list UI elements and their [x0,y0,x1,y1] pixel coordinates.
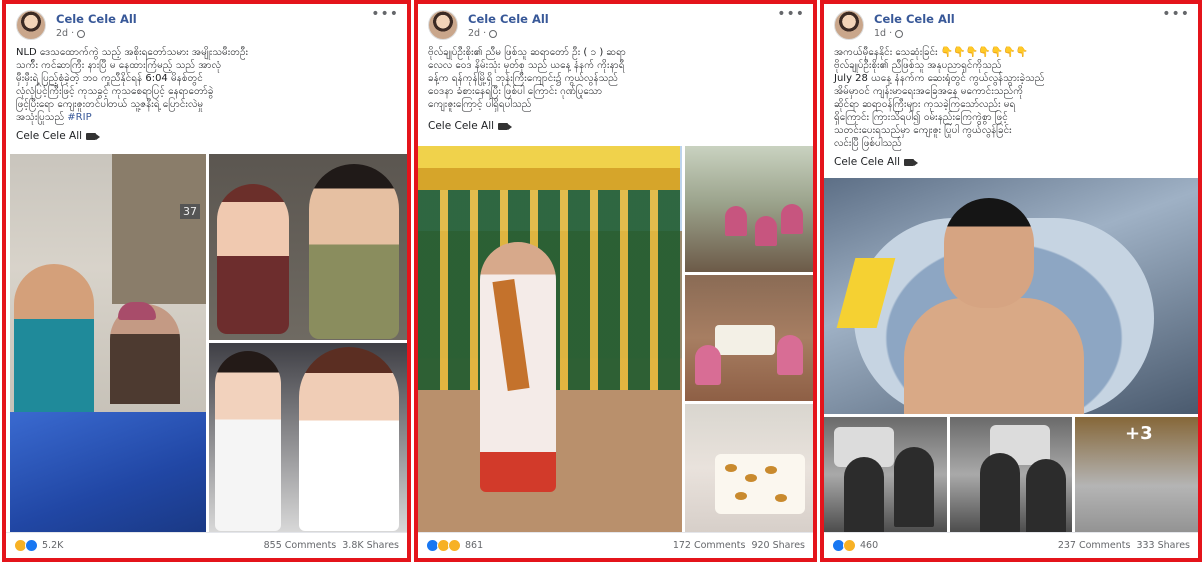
author-avatar[interactable] [16,10,46,40]
post-signature: Cele Cele All [824,154,1198,170]
photo-bw-2[interactable] [950,417,1072,532]
post-card-3: Cele Cele All 1d · ••• အကယ်မှီနေနိုင်း သ… [820,0,1202,562]
post-card-1: Cele Cele All 2d · ••• NLD ဒေသထောက်ကွဲ သ… [2,0,411,562]
photo-bw-1[interactable] [824,417,947,532]
photo-selfie-1[interactable] [209,154,407,340]
globe-icon [77,29,86,38]
photo-more[interactable]: +3 [1075,417,1198,532]
post-time[interactable]: 1d [874,28,886,39]
photo-grid: 37 [6,154,407,532]
photo-feast[interactable] [685,404,813,532]
post-body: NLD ဒေသထောက်ကွဲ သည့် အစိုးရတော်သမား အမျိ… [16,47,249,123]
shares-count[interactable]: 920 Shares [751,540,805,551]
post-text: အကယ်မှီနေနိုင်း သေဆုံးခြင်း 👇👇👇👇👇👇👇 ဗိုလ… [834,47,1045,149]
photo-hospital[interactable]: 37 [10,154,206,532]
like-reaction-icon [25,539,38,552]
reactions-bar: 5.2K 855 Comments 3.8K Shares [6,532,407,558]
post-time[interactable]: 2d [468,28,480,39]
post-header: Cele Cele All 2d · ••• [418,4,813,46]
post-text: ဗိုလ်ချုပ်ဦးစိုး၏ ညီမ ဖြစ်သူ ဆရာတော် ဦး … [428,47,626,110]
signature-text: Cele Cele All [834,156,901,168]
video-camera-icon [498,122,513,130]
post-time[interactable]: 2d [56,28,68,39]
video-camera-icon [904,158,919,166]
reaction-count: 861 [465,540,484,551]
more-options-button[interactable]: ••• [777,6,805,22]
post-header: Cele Cele All 1d · ••• [824,4,1198,46]
comments-count[interactable]: 855 Comments [264,540,337,551]
reaction-count: 5.2K [42,540,64,551]
photo-grid: +3 [824,178,1198,532]
globe-icon [895,29,904,38]
haha-reaction-icon [843,539,856,552]
reactions-bar: 460 237 Comments 333 Shares [824,532,1198,558]
shares-count[interactable]: 333 Shares [1136,540,1190,551]
reaction-summary[interactable]: 5.2K [14,539,63,552]
reaction-summary[interactable]: 460 [832,539,878,552]
post-header: Cele Cele All 2d · ••• [6,4,407,46]
photo-grid [418,146,813,532]
photo-meal[interactable] [685,275,813,401]
comments-count[interactable]: 237 Comments [1058,540,1131,551]
video-camera-icon [86,132,101,140]
author-avatar[interactable] [834,10,864,40]
hashtag-link[interactable]: #RIP [67,112,91,123]
comments-count[interactable]: 172 Comments [673,540,746,551]
photo-pool[interactable] [824,178,1198,414]
author-name[interactable]: Cele Cele All [874,12,955,26]
more-options-button[interactable]: ••• [1162,6,1190,22]
globe-icon [489,29,498,38]
post-meta: 2d · [468,28,498,39]
shares-count[interactable]: 3.8K Shares [342,540,399,551]
reactions-bar: 861 172 Comments 920 Shares [418,532,813,558]
photo-nun[interactable] [418,146,682,532]
signature-text: Cele Cele All [16,130,83,142]
signature-text: Cele Cele All [428,120,495,132]
reaction-summary[interactable]: 861 [426,539,483,552]
post-text: NLD ဒေသထောက်ကွဲ သည့် အစိုးရတော်သမား အမျိ… [6,46,407,128]
wow-reaction-icon [448,539,461,552]
author-avatar[interactable] [428,10,458,40]
photo-room[interactable] [685,146,813,272]
author-name[interactable]: Cele Cele All [56,12,137,26]
photo-selfie-2[interactable] [209,343,407,532]
more-photos-count[interactable]: +3 [1125,423,1153,444]
post-meta: 2d · [56,28,86,39]
reaction-count: 460 [860,540,879,551]
post-signature: Cele Cele All [418,118,813,134]
post-meta: 1d · [874,28,904,39]
post-card-2: Cele Cele All 2d · ••• ဗိုလ်ချုပ်ဦးစိုး၏… [414,0,817,562]
author-name[interactable]: Cele Cele All [468,12,549,26]
post-signature: Cele Cele All [6,128,407,144]
more-options-button[interactable]: ••• [371,6,399,22]
